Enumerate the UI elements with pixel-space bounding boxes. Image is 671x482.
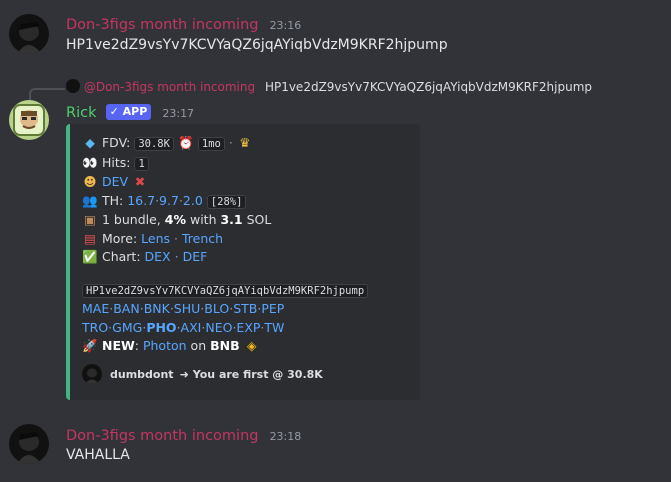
embed-footer: dumbdont ➜ You are first @ 30.8K xyxy=(82,364,323,384)
pho-link[interactable]: PHO xyxy=(146,320,176,335)
contract-address[interactable]: HP1ve2dZ9vsYv7KCVYaQZ6jqAYiqbVdzM9KRF2hj… xyxy=(82,283,369,298)
avatar[interactable] xyxy=(9,14,49,54)
film-icon: ▤ xyxy=(84,230,96,246)
chart-line: ✅ Chart: DEX · DEF xyxy=(82,248,408,267)
message-1: Don-3figs month incoming 23:16 HP1ve2dZ9… xyxy=(0,0,671,70)
message-text: VAHALLA xyxy=(66,447,130,463)
gmg-link[interactable]: GMG xyxy=(112,320,142,335)
contract-line: HP1ve2dZ9vsYv7KCVYaQZ6jqAYiqbVdzM9KRF2hj… xyxy=(82,281,408,301)
th-label: TH: xyxy=(101,192,124,208)
fdv-line: ◆ FDV: 30.8K ⏰ 1mo · ♛ xyxy=(82,134,408,154)
bundle-pct: 4% xyxy=(164,212,186,227)
bundle-sol: 3.1 xyxy=(220,212,243,227)
reply-preview-text: HP1ve2dZ9vsYv7KCVYaQZ6jqAYiqbVdzM9KRF2hj… xyxy=(264,80,593,94)
trench-link[interactable]: Trench xyxy=(182,231,223,246)
th-line: 👥 TH: 16.7·9.7·2.0 [28%] xyxy=(82,192,408,212)
rocket-icon: 🚀 xyxy=(82,338,98,353)
reply-reference[interactable]: @Don-3figs month incoming HP1ve2dZ9vsYv7… xyxy=(66,79,592,94)
stb-link[interactable]: STB xyxy=(233,301,257,316)
hits-value: 1 xyxy=(134,156,149,171)
crown-icon: ♛ xyxy=(239,135,251,150)
exp-link[interactable]: EXP xyxy=(236,320,260,335)
pep-link[interactable]: PEP xyxy=(261,301,284,316)
people-icon: 👥 xyxy=(82,192,98,208)
th-link-1[interactable]: 16.7 xyxy=(127,193,155,208)
mae-link[interactable]: MAE xyxy=(82,301,109,316)
cross-icon: ✖ xyxy=(134,174,146,189)
message-text: HP1ve2dZ9vsYv7KCVYaQZ6jqAYiqbVdzM9KRF2hj… xyxy=(66,37,448,53)
th-link-2[interactable]: 9.7 xyxy=(159,193,179,208)
more-label: More: xyxy=(101,230,138,246)
dev-link[interactable]: DEV xyxy=(102,174,128,189)
person-icon: ☻ xyxy=(83,174,97,189)
fdv-label: FDV: xyxy=(101,135,131,150)
timestamp: 23:18 xyxy=(269,430,302,443)
ban-link[interactable]: BAN xyxy=(113,301,139,316)
def-link[interactable]: DEF xyxy=(183,249,208,264)
bundle-line: ▣ 1 bundle, 4% with 3.1 SOL xyxy=(82,211,408,230)
bnb-icon: ◈ xyxy=(246,338,257,353)
hits-label: Hits: xyxy=(101,154,131,170)
more-line: ▤ More: Lens · Trench xyxy=(82,230,408,249)
gem-icon: ◆ xyxy=(85,135,95,150)
bnk-link[interactable]: BNK xyxy=(144,301,170,316)
chart-icon: ✅ xyxy=(82,249,98,264)
reply-spine xyxy=(29,88,65,100)
separator: · xyxy=(228,135,233,150)
author-name[interactable]: Don-3figs month incoming xyxy=(66,17,258,33)
chart-label: Chart: xyxy=(101,249,141,264)
dex-link[interactable]: DEX xyxy=(145,249,171,264)
new-on: on xyxy=(190,338,207,353)
timestamp: 23:16 xyxy=(269,19,302,32)
hits-line: 👀 Hits: 1 xyxy=(82,154,408,174)
tro-link[interactable]: TRO xyxy=(82,320,108,335)
tw-link[interactable]: TW xyxy=(264,320,284,335)
dev-line: ☻ DEV ✖ xyxy=(82,173,408,192)
fdv-age: 1mo xyxy=(197,137,225,151)
axi-link[interactable]: AXI xyxy=(181,320,202,335)
bot-avatar[interactable] xyxy=(9,100,49,140)
new-label: NEW xyxy=(101,338,135,353)
timestamp: 23:17 xyxy=(162,107,195,120)
footer-text: You are first @ 30.8K xyxy=(192,367,323,381)
alarm-clock-icon: ⏰ xyxy=(178,135,194,150)
shu-link[interactable]: SHU xyxy=(174,301,200,316)
chain-name: BNB xyxy=(210,338,240,353)
new-line: 🚀 NEW: Photon on BNB ◈ xyxy=(82,337,408,356)
platform-row-1: MAE·BAN·BNK·SHU·BLO·STB·PEP xyxy=(82,301,285,316)
th-total: [28%] xyxy=(206,194,247,209)
avatar[interactable] xyxy=(9,424,49,464)
reply-avatar xyxy=(66,79,80,93)
author-name[interactable]: Don-3figs month incoming xyxy=(66,428,258,444)
platform-row-2: TRO·GMG·PHO·AXI·NEO·EXP·TW xyxy=(82,319,285,335)
bundle-unit: SOL xyxy=(246,212,272,227)
author-name-rick[interactable]: Rick xyxy=(66,105,96,121)
fdv-value: 30.8K xyxy=(134,137,174,151)
blo-link[interactable]: BLO xyxy=(204,301,229,316)
footer-avatar xyxy=(82,364,102,384)
th-link-3[interactable]: 2.0 xyxy=(183,193,203,208)
footer-user: dumbdont xyxy=(110,367,174,381)
bundle-count: 1 bundle, xyxy=(101,212,161,227)
app-badge: ✓ APP xyxy=(105,104,152,120)
reply-author[interactable]: @Don-3figs month incoming xyxy=(84,80,255,94)
neo-link[interactable]: NEO xyxy=(205,320,232,335)
package-icon: ▣ xyxy=(84,212,96,227)
photon-link[interactable]: Photon xyxy=(143,338,187,353)
token-embed: ◆ FDV: 30.8K ⏰ 1mo · ♛ 👀 Hits: 1 ☻ DEV ✖… xyxy=(66,124,420,400)
bundle-with: with xyxy=(189,212,217,227)
arrow-icon: ➜ xyxy=(179,367,189,381)
eyes-icon: 👀 xyxy=(82,154,98,170)
lens-link[interactable]: Lens xyxy=(141,231,170,246)
